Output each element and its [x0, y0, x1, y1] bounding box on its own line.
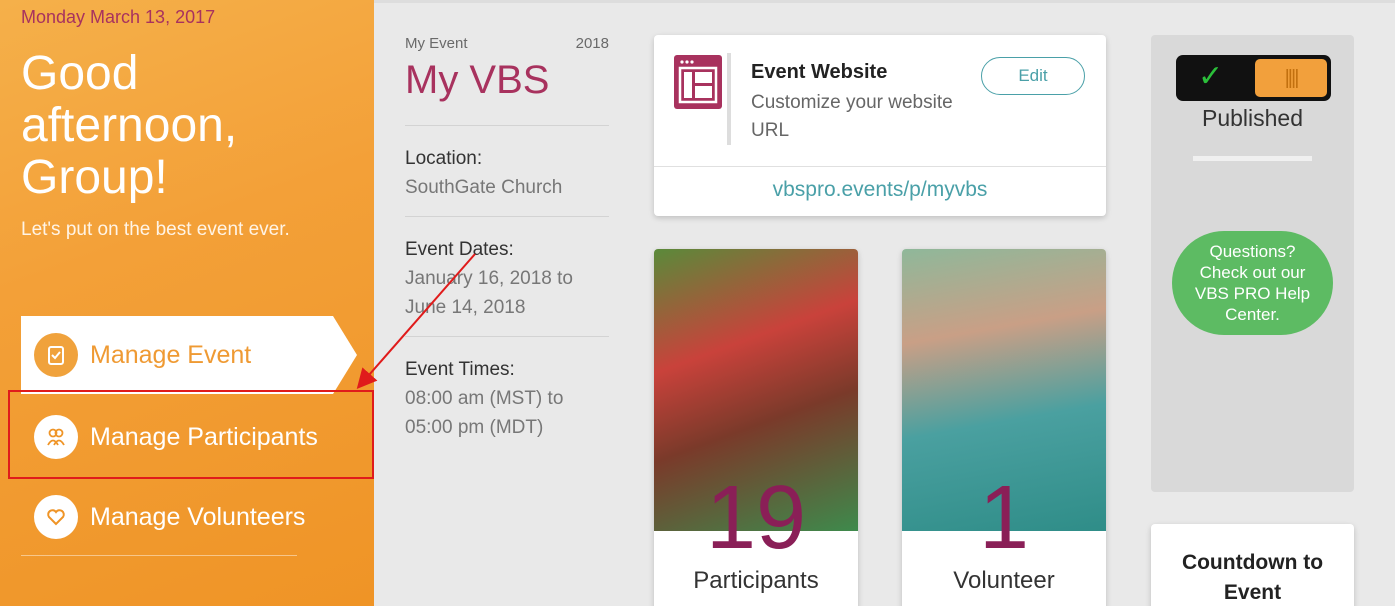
website-url-link[interactable]: vbspro.events/p/myvbs	[654, 178, 1106, 202]
current-date: Monday March 13, 2017	[21, 7, 216, 27]
main-panel: My Event 2018 My VBS Location: SouthGate…	[374, 0, 1395, 606]
top-border	[374, 0, 1395, 3]
annotation-highlight-box	[8, 390, 374, 479]
participants-label: Participants	[693, 567, 819, 594]
publish-status: Published	[1201, 105, 1304, 131]
nav-manage-event[interactable]: Manage Event	[21, 316, 357, 394]
website-title: Event Website	[751, 61, 888, 83]
website-layout-icon	[674, 55, 722, 109]
website-subtitle: Customize your website URL	[751, 92, 953, 141]
edit-website-button[interactable]: Edit	[981, 57, 1085, 95]
event-label: My Event	[405, 35, 468, 52]
participants-count: 19	[705, 468, 807, 568]
event-website-card: Event Website Customize your website URL…	[654, 35, 1106, 216]
publish-toggle[interactable]: ✓ ||||	[1176, 55, 1331, 101]
check-icon: ✓	[1198, 60, 1224, 93]
dates-block: Event Dates: January 16, 2018 to June 14…	[405, 217, 609, 336]
dates-label: Event Dates:	[405, 239, 514, 260]
nav-manage-volunteers[interactable]: Manage Volunteers	[21, 486, 305, 548]
greeting-heading: Good afternoon, Group!	[21, 47, 238, 204]
divider	[1193, 156, 1312, 161]
nav-label: Manage Volunteers	[90, 502, 306, 531]
toggle-knob[interactable]: ||||	[1255, 59, 1327, 97]
volunteers-count: 1	[978, 468, 1030, 568]
volunteers-card[interactable]: 1 Volunteer	[902, 249, 1106, 606]
event-info: My Event 2018 My VBS Location: SouthGate…	[405, 35, 609, 456]
nav-label: Manage Event	[90, 340, 252, 369]
location-label: Location:	[405, 148, 483, 169]
times-value: 08:00 am (MST) to 05:00 pm (MDT)	[405, 388, 564, 438]
countdown-card: Countdown to Event	[1151, 524, 1354, 606]
event-year: 2018	[575, 35, 609, 52]
times-block: Event Times: 08:00 am (MST) to 05:00 pm …	[405, 337, 609, 456]
location-value: SouthGate Church	[405, 177, 563, 198]
heart-icon	[34, 495, 78, 539]
countdown-label: Countdown to Event	[1181, 551, 1324, 604]
times-label: Event Times:	[405, 359, 515, 380]
dates-value: January 16, 2018 to June 14, 2018	[405, 268, 573, 318]
publish-panel: ✓ |||| Published Questions? Check out ou…	[1151, 35, 1354, 492]
sidebar-divider	[21, 555, 297, 556]
help-center-link[interactable]: Questions? Check out our VBS PRO Help Ce…	[1172, 231, 1333, 335]
event-name: My VBS	[405, 58, 550, 102]
divider	[654, 166, 1106, 167]
participants-card[interactable]: 19 Participants	[654, 249, 858, 606]
clipboard-check-icon	[34, 333, 78, 377]
sidebar: Monday March 13, 2017 Good afternoon, Gr…	[0, 0, 374, 606]
accent-bar	[727, 53, 731, 145]
tagline: Let's put on the best event ever.	[21, 219, 290, 240]
volunteers-label: Volunteer	[953, 567, 1055, 594]
location-block: Location: SouthGate Church	[405, 126, 609, 216]
